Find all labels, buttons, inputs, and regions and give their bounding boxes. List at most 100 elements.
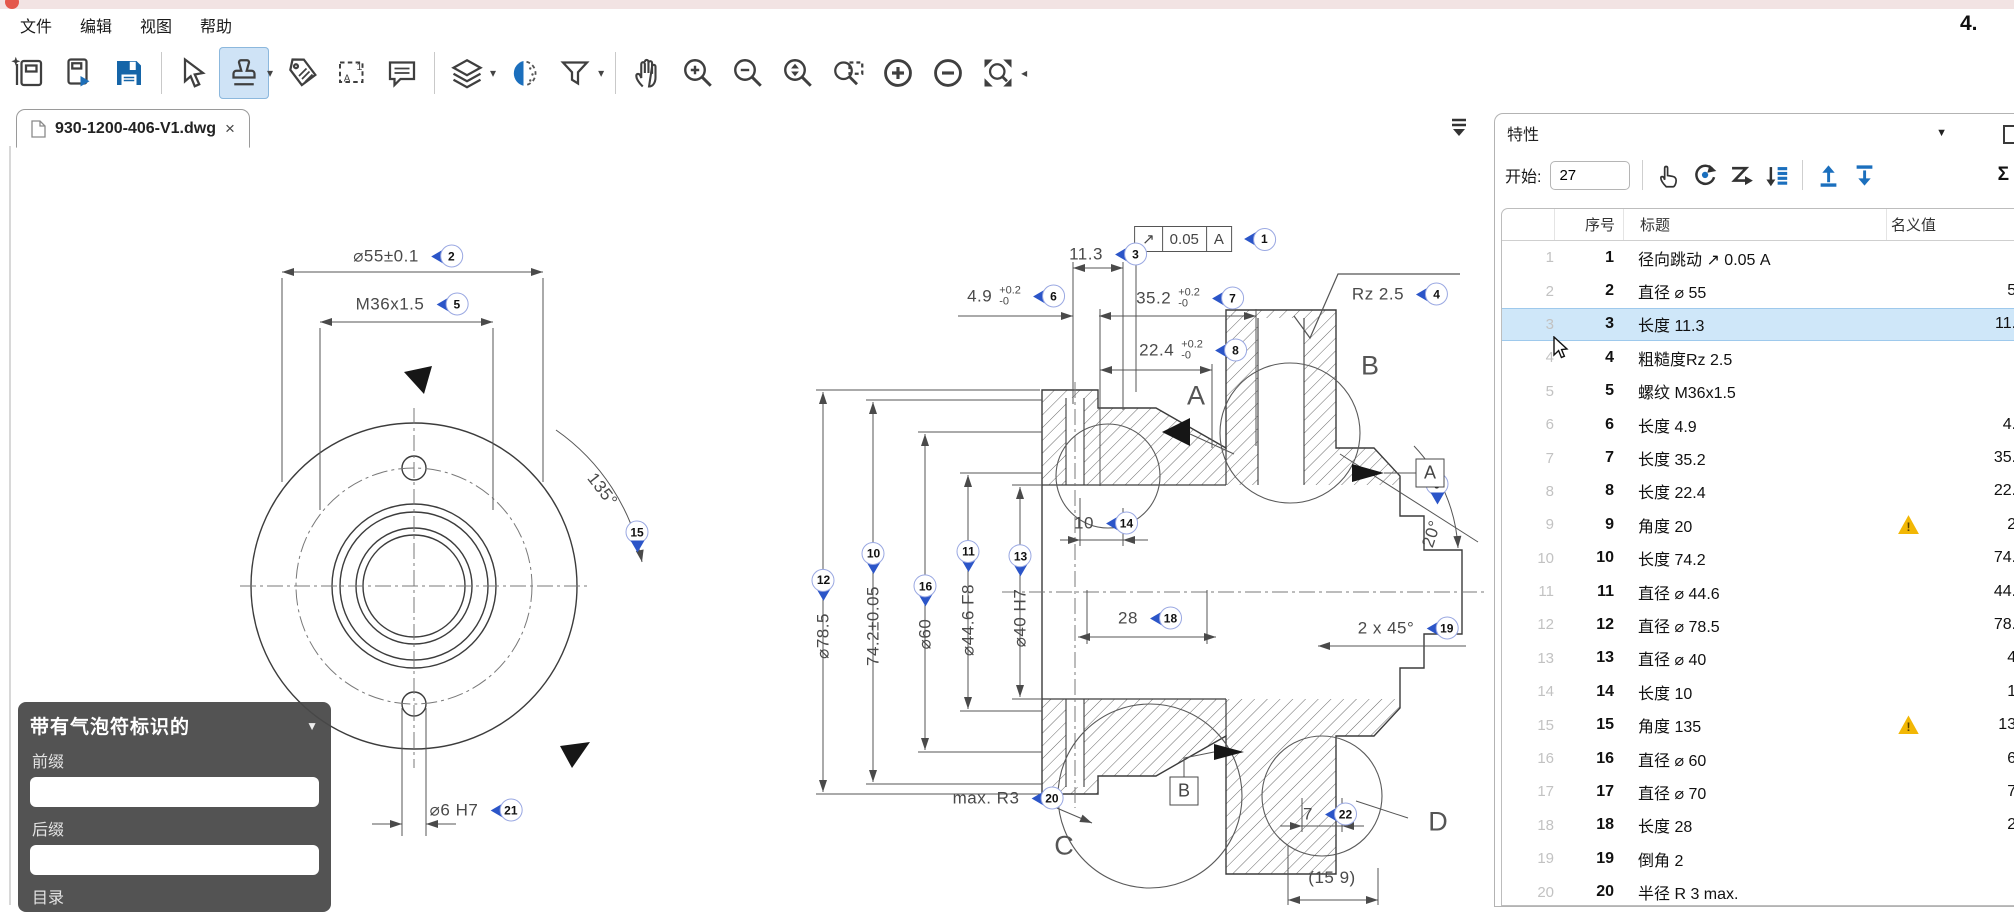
select-cursor-button[interactable] <box>169 47 219 99</box>
row-nominal-value: 35.2 <box>1879 449 2014 467</box>
balloon-marker[interactable]: 22 <box>1318 803 1357 826</box>
table-row[interactable]: 1818长度 2828 <box>1502 809 2014 842</box>
start-number-input[interactable] <box>1550 161 1630 190</box>
window-close-dot[interactable] <box>5 0 19 9</box>
menu-help[interactable]: 帮助 <box>200 13 232 37</box>
table-row[interactable]: 1515角度 135!135 <box>1502 708 2014 741</box>
bubble-panel-collapse-caret[interactable]: ▼ <box>306 719 319 733</box>
table-row[interactable]: 66长度 4.94.9 <box>1502 408 2014 441</box>
balloon-marker[interactable]: 10 <box>862 542 885 581</box>
increase-icon <box>880 55 916 91</box>
stamp-dropdown-caret[interactable]: ▾ <box>267 66 273 80</box>
balloon-marker[interactable]: 8 <box>1208 339 1247 362</box>
table-row[interactable]: 2020半径 R 3 max. <box>1502 875 2014 906</box>
balloon-marker[interactable]: 5 <box>429 293 468 316</box>
table-row[interactable]: 1111直径 ⌀ 44.644.6 <box>1502 575 2014 608</box>
table-row[interactable]: 99角度 20!20 <box>1502 508 2014 541</box>
balloon-marker[interactable]: 21 <box>483 799 522 822</box>
move-to-top-button[interactable] <box>1815 162 1842 189</box>
marquee-select-button[interactable]: 1 A <box>327 47 377 99</box>
row-gutter-number: 4 <box>1502 349 1554 366</box>
index-column-header[interactable]: 序号 <box>1554 209 1615 240</box>
balloon-marker[interactable]: 11 <box>957 540 980 579</box>
renumber-rotate-button[interactable] <box>1691 162 1718 189</box>
mirror-compare-button[interactable] <box>500 47 550 99</box>
zoom-in-icon <box>680 55 716 91</box>
balloon-marker[interactable]: 14 <box>1099 512 1138 535</box>
menu-file[interactable]: 文件 <box>20 13 52 37</box>
balloon-marker[interactable]: 13 <box>1009 545 1032 584</box>
table-row[interactable]: 44粗糙度Rz 2.5 <box>1502 341 2014 374</box>
tag-button[interactable] <box>277 47 327 99</box>
balloon-marker[interactable]: 7 <box>1205 287 1244 310</box>
zoom-out-button[interactable] <box>723 47 773 99</box>
row-index: 17 <box>1554 783 1614 801</box>
row-gutter-number: 19 <box>1502 850 1554 867</box>
table-row[interactable]: 1212直径 ⌀ 78.578.5 <box>1502 608 2014 641</box>
table-row[interactable]: 55螺纹 M36x1.5 <box>1502 375 2014 408</box>
balloon-marker[interactable]: 18 <box>1143 607 1182 630</box>
table-row[interactable]: 1414长度 1010 <box>1502 675 2014 708</box>
table-row[interactable]: 1010长度 74.274.2 <box>1502 542 2014 575</box>
zoom-extents-button[interactable] <box>773 47 823 99</box>
new-document-button[interactable] <box>4 47 54 99</box>
toolbar-collapse-caret[interactable]: ◂ <box>1021 66 1027 80</box>
balloon-marker[interactable]: 20 <box>1024 787 1063 810</box>
menu-edit[interactable]: 编辑 <box>80 13 112 37</box>
filter-dropdown-caret[interactable]: ▾ <box>598 66 604 80</box>
decrease-button[interactable] <box>923 47 973 99</box>
document-tab[interactable]: 930-1200-406-V1.dwg × <box>16 109 250 148</box>
zoom-selection-button[interactable] <box>973 47 1023 99</box>
zigzag-order-button[interactable] <box>1727 162 1754 189</box>
sum-sigma-button[interactable]: Σ <box>1998 164 2009 186</box>
layers-button[interactable] <box>442 47 492 99</box>
balloon-marker[interactable]: 6 <box>1026 285 1065 308</box>
title-column-header[interactable]: 标题 <box>1623 209 1886 240</box>
tab-close-button[interactable]: × <box>225 119 235 139</box>
row-gutter-number: 13 <box>1502 650 1554 667</box>
comment-button[interactable] <box>377 47 427 99</box>
open-document-button[interactable] <box>54 47 104 99</box>
move-to-bottom-button[interactable] <box>1851 162 1878 189</box>
filter-button[interactable] <box>550 47 600 99</box>
table-row[interactable]: 77长度 35.235.2 <box>1502 441 2014 474</box>
balloon-marker[interactable]: 19 <box>1419 617 1458 640</box>
table-row[interactable]: 11径向跳动 ↗ 0.05 A <box>1502 241 2014 274</box>
prefix-input[interactable] <box>30 777 319 807</box>
row-title: 直径 ⌀ 70 <box>1614 780 1879 804</box>
zoom-in-button[interactable] <box>673 47 723 99</box>
table-row[interactable]: 1919倒角 22 <box>1502 842 2014 875</box>
balloon-marker[interactable]: 1 <box>1237 228 1276 251</box>
zoom-window-button[interactable] <box>823 47 873 99</box>
tab-list-button[interactable] <box>1448 116 1470 138</box>
table-row[interactable]: 1717直径 ⌀ 7070 <box>1502 775 2014 808</box>
layers-dropdown-caret[interactable]: ▾ <box>490 66 496 80</box>
drawing-annotation: ⌀44.6 F811 <box>957 540 980 656</box>
tag-icon <box>284 55 320 91</box>
pick-pointer-button[interactable] <box>1655 162 1682 189</box>
panel-pin-icon[interactable] <box>2003 125 2014 144</box>
row-title: 粗糙度Rz 2.5 <box>1614 346 1879 370</box>
table-row[interactable]: 88长度 22.422.4 <box>1502 475 2014 508</box>
table-row[interactable]: 33长度 11.311.3 <box>1502 308 2014 341</box>
balloon-marker[interactable]: 4 <box>1409 283 1448 306</box>
increase-button[interactable] <box>873 47 923 99</box>
row-title: 长度 10 <box>1614 680 1879 704</box>
table-row[interactable]: 22直径 ⌀ 5555 <box>1502 274 2014 307</box>
balloon-marker[interactable]: 3 <box>1108 243 1147 266</box>
nominal-column-header[interactable]: 名义值 <box>1886 209 2014 240</box>
balloon-marker[interactable]: 16 <box>914 575 937 614</box>
panel-dropdown-caret[interactable]: ▼ <box>1936 127 1947 139</box>
suffix-input[interactable] <box>30 845 319 875</box>
pan-hand-button[interactable] <box>623 47 673 99</box>
balloon-marker[interactable]: 15 <box>626 521 649 560</box>
table-row[interactable]: 1313直径 ⌀ 4040 <box>1502 642 2014 675</box>
stamp-balloon-button[interactable] <box>219 47 269 99</box>
balloon-marker[interactable]: 2 <box>424 245 463 268</box>
save-button[interactable] <box>104 47 154 99</box>
menu-view[interactable]: 视图 <box>140 13 172 37</box>
row-gutter-number: 10 <box>1502 550 1554 567</box>
table-row[interactable]: 1616直径 ⌀ 6060 <box>1502 742 2014 775</box>
balloon-marker[interactable]: 12 <box>812 569 835 608</box>
sort-list-button[interactable] <box>1763 162 1790 189</box>
